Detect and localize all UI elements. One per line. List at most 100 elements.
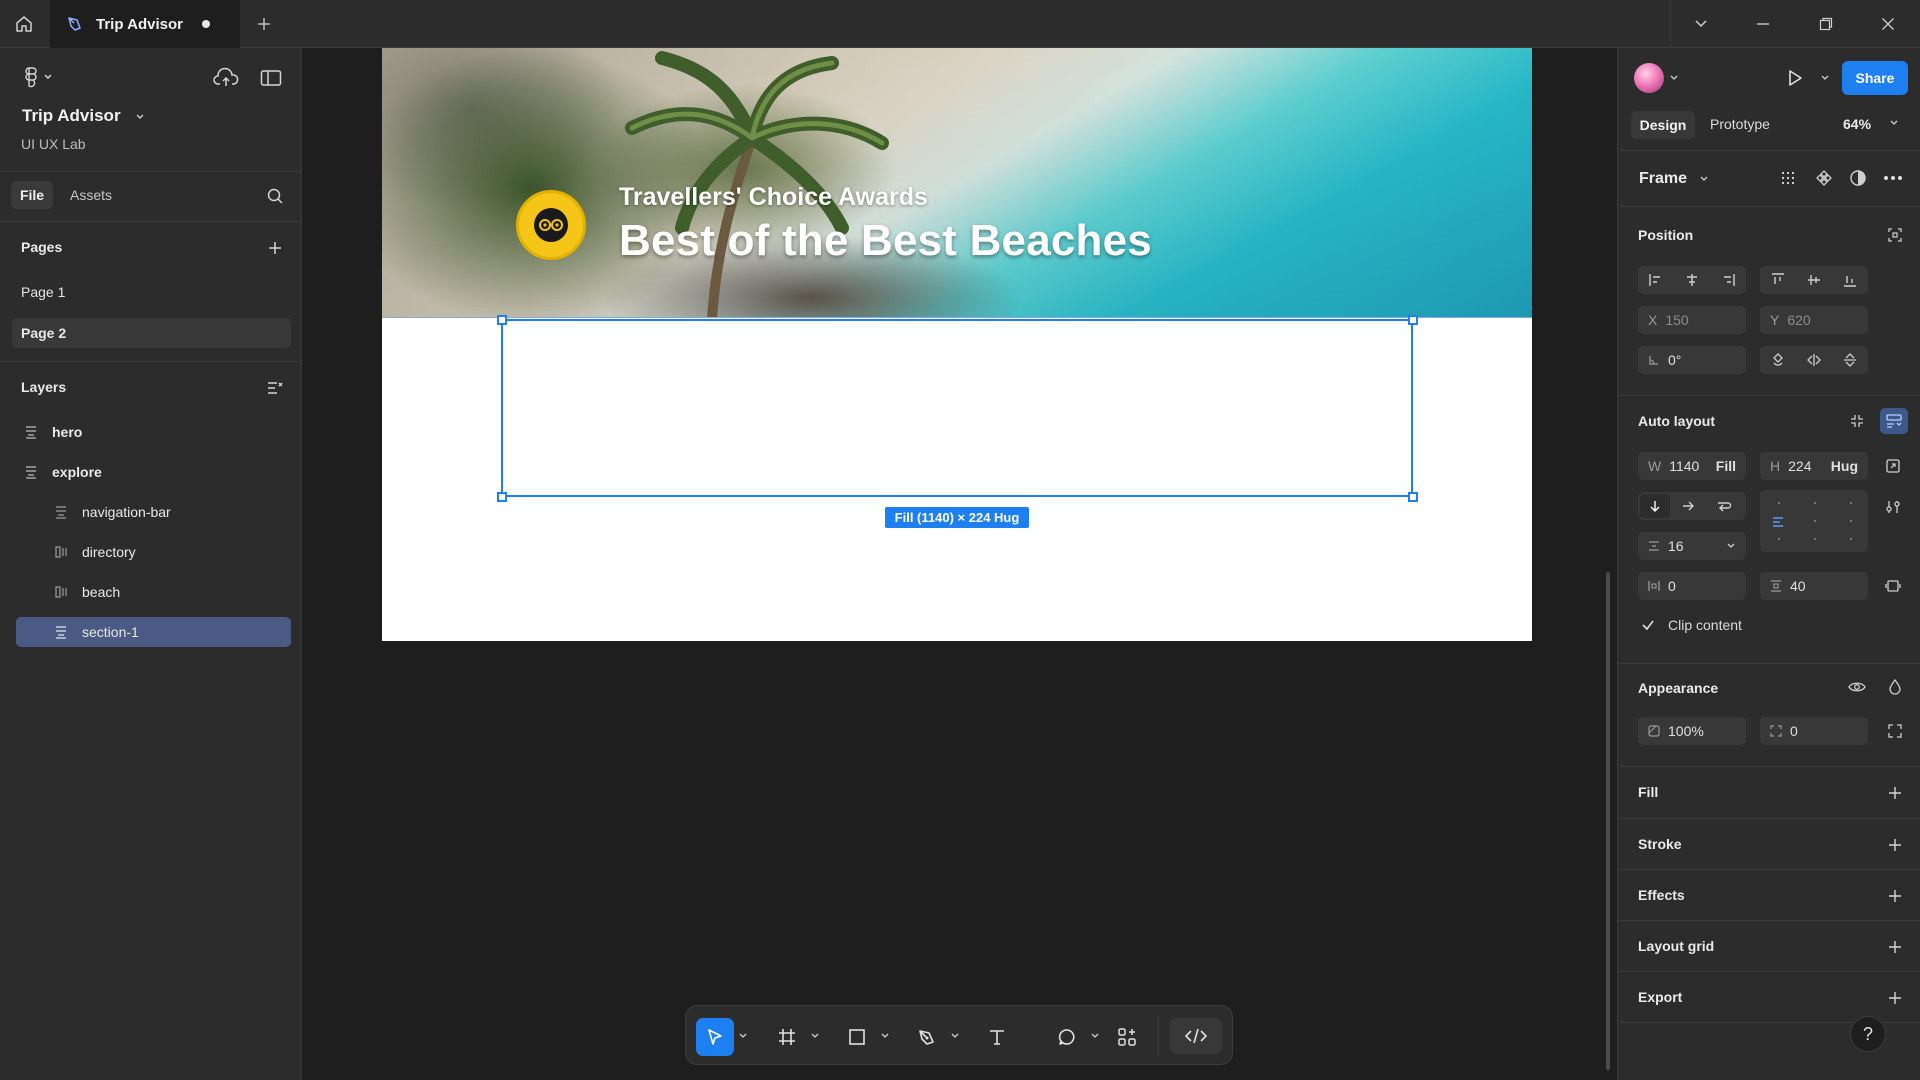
pen-tool-button[interactable] <box>908 1018 946 1056</box>
resources-tool-button[interactable] <box>1108 1018 1146 1056</box>
chevron-down-icon[interactable] <box>1820 74 1830 82</box>
main-menu-button[interactable] <box>20 65 60 89</box>
toggle-visibility-button[interactable] <box>1846 676 1868 698</box>
horizontal-padding-field[interactable]: 0 <box>1638 572 1746 600</box>
height-field[interactable]: H 224 Hug <box>1760 452 1868 480</box>
individual-corners-button[interactable] <box>1884 720 1906 742</box>
page-item-page-1[interactable]: Page 1 <box>12 277 291 307</box>
gap-field[interactable]: 16 <box>1638 532 1746 560</box>
add-layout-grid-button[interactable] <box>1884 936 1906 958</box>
minimize-button[interactable] <box>1732 0 1794 48</box>
layer-explore[interactable]: explore <box>16 457 291 487</box>
constraints-button[interactable] <box>1884 224 1906 246</box>
mask-button[interactable] <box>1848 168 1868 188</box>
zoom-level[interactable]: 64% <box>1843 116 1871 132</box>
project-title[interactable]: Trip Advisor <box>22 106 145 126</box>
hero-image[interactable]: Travellers' Choice Awards Best of the Be… <box>382 48 1532 318</box>
chevron-down-icon[interactable] <box>1669 74 1679 82</box>
alignment-grid[interactable] <box>1760 490 1868 552</box>
rectangle-tool-button[interactable] <box>838 1018 876 1056</box>
add-effect-button[interactable] <box>1884 885 1906 907</box>
chevron-down-icon[interactable] <box>1889 119 1899 127</box>
dev-mode-toggle[interactable] <box>1170 1018 1222 1054</box>
add-fill-button[interactable] <box>1884 782 1906 804</box>
opacity-field[interactable]: 100% <box>1638 717 1746 745</box>
more-options-button[interactable] <box>1882 168 1904 188</box>
close-window-button[interactable] <box>1857 0 1919 48</box>
align-center-horizontal-icon[interactable] <box>1674 266 1710 294</box>
vertical-direction-icon[interactable] <box>1640 494 1670 518</box>
resize-handle-top-right[interactable] <box>1408 315 1418 325</box>
wrap-icon[interactable] <box>1706 492 1742 520</box>
corner-radius-field[interactable]: 0 <box>1760 717 1868 745</box>
chevron-down-icon[interactable] <box>810 1032 820 1040</box>
vertical-padding-field[interactable]: 40 <box>1760 572 1868 600</box>
text-tool-button[interactable] <box>978 1018 1016 1056</box>
help-button[interactable]: ? <box>1850 1016 1886 1052</box>
horizontal-direction-icon[interactable] <box>1670 492 1706 520</box>
share-button[interactable]: Share <box>1842 61 1908 95</box>
tab-file[interactable]: File <box>11 181 53 209</box>
layer-beach[interactable]: beach <box>16 577 291 607</box>
resize-handle-bottom-left[interactable] <box>497 492 507 502</box>
align-bottom-icon[interactable] <box>1832 266 1868 294</box>
resize-handle-top-left[interactable] <box>497 315 507 325</box>
h-mode[interactable]: Hug <box>1831 458 1858 474</box>
tab-prototype[interactable]: Prototype <box>1710 116 1770 132</box>
home-button[interactable] <box>0 0 48 48</box>
rotate-90-icon[interactable] <box>1760 346 1796 374</box>
chevron-down-icon[interactable] <box>1090 1032 1100 1040</box>
add-page-button[interactable] <box>265 238 285 258</box>
chevron-down-icon[interactable] <box>880 1032 890 1040</box>
resize-to-fit-button[interactable] <box>1882 455 1904 477</box>
present-button[interactable] <box>1784 66 1806 90</box>
y-position-field[interactable]: Y 620 <box>1760 306 1868 334</box>
clip-content-checkbox[interactable] <box>1640 617 1656 633</box>
advanced-layout-button[interactable] <box>1882 496 1904 518</box>
width-field[interactable]: W 1140 Fill <box>1638 452 1746 480</box>
align-middle-icon[interactable] <box>1796 266 1832 294</box>
upload-button[interactable] <box>212 66 240 90</box>
user-avatar[interactable] <box>1634 63 1664 93</box>
comment-tool-button[interactable] <box>1048 1018 1086 1056</box>
search-button[interactable] <box>264 185 286 207</box>
new-tab-button[interactable] <box>240 0 288 48</box>
page-item-page-2[interactable]: Page 2 <box>12 318 291 348</box>
frame-tool-button[interactable] <box>768 1018 806 1056</box>
move-tool-button[interactable] <box>696 1018 734 1056</box>
align-right-icon[interactable] <box>1710 266 1746 294</box>
rotation-field[interactable]: 0° <box>1638 346 1746 374</box>
layers-options-button[interactable] <box>264 377 286 399</box>
flip-horizontal-icon[interactable] <box>1796 346 1832 374</box>
x-position-field[interactable]: X 150 <box>1638 306 1746 334</box>
layer-section-1[interactable]: section-1 <box>16 617 291 647</box>
restore-button[interactable] <box>1795 0 1857 48</box>
flip-vertical-icon[interactable] <box>1832 346 1868 374</box>
tab-design[interactable]: Design <box>1631 111 1695 139</box>
layer-hero[interactable]: hero <box>16 417 291 447</box>
toggle-sidebar-button[interactable] <box>258 66 284 90</box>
align-left-icon[interactable] <box>1638 266 1674 294</box>
add-stroke-button[interactable] <box>1884 834 1906 856</box>
chevron-down-icon[interactable] <box>950 1032 960 1040</box>
file-tab[interactable]: Trip Advisor <box>50 0 240 48</box>
add-export-button[interactable] <box>1884 987 1906 1009</box>
layer-navigation-bar[interactable]: navigation-bar <box>16 497 291 527</box>
selected-section-1-frame[interactable] <box>501 319 1413 497</box>
align-top-icon[interactable] <box>1760 266 1796 294</box>
auto-layout-settings-button[interactable] <box>1880 408 1908 434</box>
canvas-scrollbar[interactable] <box>1606 572 1610 1070</box>
tab-assets[interactable]: Assets <box>70 187 112 203</box>
chevron-down-icon[interactable] <box>738 1032 748 1040</box>
grid-view-button[interactable] <box>1778 168 1798 188</box>
tabs-dropdown-button[interactable] <box>1670 0 1732 48</box>
w-mode[interactable]: Fill <box>1716 458 1736 474</box>
blend-mode-button[interactable] <box>1884 676 1906 698</box>
resize-handle-bottom-right[interactable] <box>1408 492 1418 502</box>
individual-padding-button[interactable] <box>1882 575 1904 597</box>
chevron-down-icon[interactable] <box>1726 542 1736 550</box>
layer-type-label[interactable]: Frame <box>1639 170 1709 188</box>
create-component-button[interactable] <box>1814 168 1834 188</box>
layer-directory[interactable]: directory <box>16 537 291 567</box>
collapse-auto-layout-button[interactable] <box>1846 410 1868 432</box>
